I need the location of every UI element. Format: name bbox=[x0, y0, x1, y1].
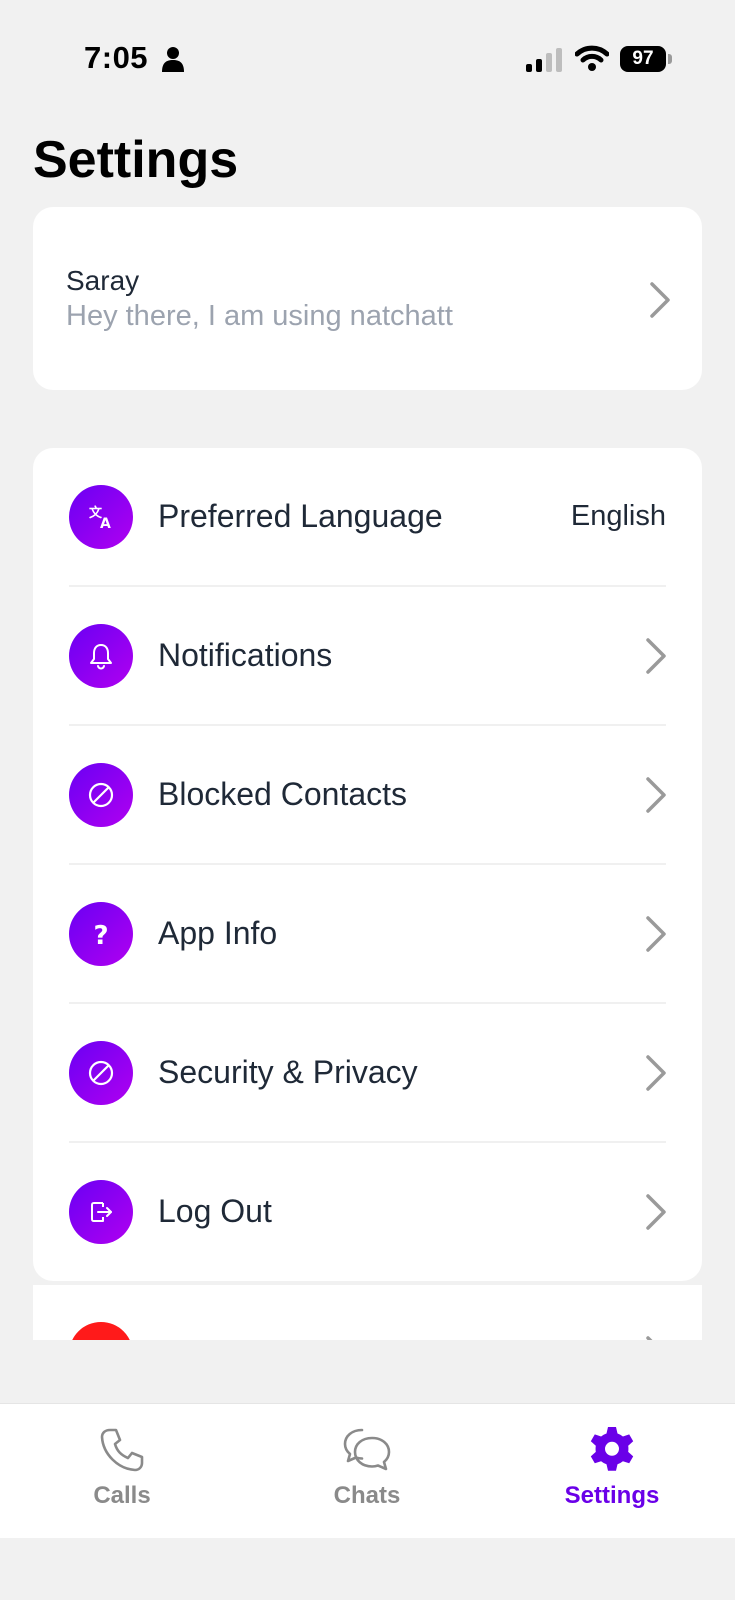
security-privacy-row[interactable]: Security & Privacy bbox=[33, 1004, 702, 1143]
chevron-right-icon bbox=[646, 916, 666, 952]
chevron-right-icon bbox=[646, 1336, 653, 1340]
translate-icon: 文 A bbox=[69, 485, 133, 549]
chevron-right-icon bbox=[650, 282, 670, 318]
app-info-row[interactable]: ? App Info bbox=[33, 865, 702, 1004]
profile-card[interactable]: Saray Hey there, I am using natchatt bbox=[33, 207, 702, 390]
page-title: Settings bbox=[33, 131, 239, 189]
preferred-language-row[interactable]: 文 A Preferred Language English bbox=[33, 448, 702, 587]
tab-label: Calls bbox=[93, 1482, 151, 1509]
settings-item-label: Preferred Language bbox=[158, 498, 443, 534]
block-icon bbox=[69, 763, 133, 827]
gear-icon bbox=[590, 1427, 634, 1471]
bell-icon bbox=[69, 624, 133, 688]
language-value: English bbox=[570, 500, 666, 532]
status-time: 7:05 bbox=[84, 40, 149, 75]
tab-label: Chats bbox=[333, 1482, 401, 1509]
tab-label: Settings bbox=[564, 1482, 660, 1509]
settings-item-label: Log Out bbox=[158, 1193, 272, 1229]
settings-item-label: Security & Privacy bbox=[158, 1054, 418, 1090]
chevron-right-icon bbox=[646, 638, 666, 674]
cellular-signal-icon bbox=[526, 48, 562, 72]
tab-calls[interactable]: Calls bbox=[32, 1424, 212, 1524]
tab-settings[interactable]: Settings bbox=[522, 1424, 702, 1524]
chevron-right-icon bbox=[646, 1055, 666, 1091]
wifi-icon bbox=[575, 45, 609, 71]
svg-text:A: A bbox=[100, 516, 111, 532]
settings-item-label: App Info bbox=[158, 915, 278, 951]
battery-level: 97 bbox=[620, 46, 666, 72]
status-bar: 7:05 97 bbox=[0, 0, 735, 120]
profile-name: Saray bbox=[66, 265, 140, 296]
settings-list: 文 A Preferred Language English Notificat… bbox=[33, 448, 702, 1281]
svg-text:?: ? bbox=[93, 921, 108, 949]
settings-item-label: Blocked Contacts bbox=[158, 776, 408, 812]
blocked-contacts-row[interactable]: Blocked Contacts bbox=[33, 726, 702, 865]
profile-status: Hey there, I am using natchatt bbox=[66, 300, 453, 332]
block-icon bbox=[69, 1041, 133, 1105]
question-icon: ? bbox=[69, 902, 133, 966]
chevron-right-icon bbox=[646, 1194, 666, 1230]
chevron-right-icon bbox=[646, 777, 666, 813]
log-out-row[interactable]: Log Out bbox=[33, 1143, 702, 1281]
phone-icon bbox=[100, 1428, 144, 1472]
delete-account-icon bbox=[69, 1322, 133, 1340]
logout-icon bbox=[69, 1180, 133, 1244]
partial-settings-row[interactable] bbox=[33, 1285, 702, 1340]
person-icon bbox=[162, 47, 184, 72]
chat-bubbles-icon bbox=[343, 1428, 391, 1471]
battery-icon: 97 bbox=[620, 46, 672, 72]
bottom-tab-bar: Calls Chats Settings bbox=[0, 1403, 735, 1538]
notifications-row[interactable]: Notifications bbox=[33, 587, 702, 726]
tab-chats[interactable]: Chats bbox=[277, 1424, 457, 1524]
settings-item-label: Notifications bbox=[158, 637, 333, 673]
